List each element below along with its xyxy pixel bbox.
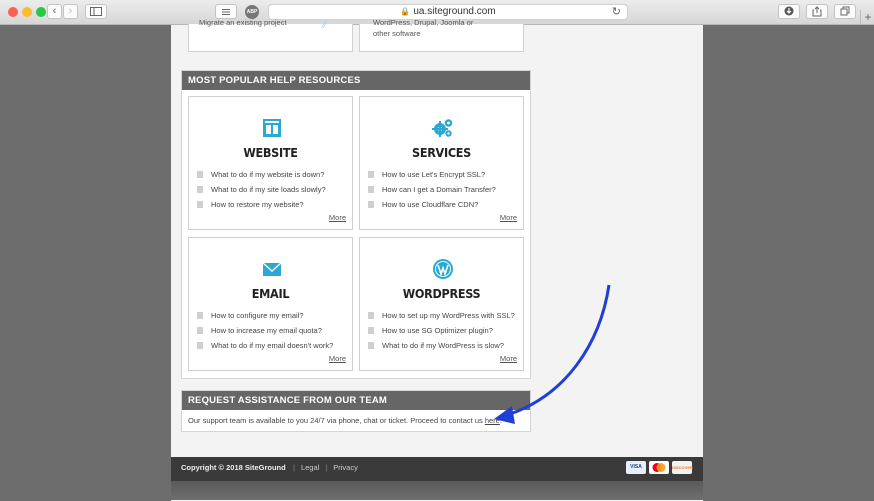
- link-text: What to do if my site loads slowly?: [211, 185, 326, 194]
- link-text: What to do if my website is down?: [211, 170, 325, 179]
- visa-icon: VISA: [626, 461, 646, 474]
- footer-separator: |: [325, 463, 328, 472]
- link-text: How to configure my email?: [211, 311, 304, 320]
- wordpress-card: WORDPRESS How to set up my WordPress wit…: [359, 237, 524, 371]
- minimize-window-button[interactable]: [22, 7, 32, 17]
- popular-resources-heading: MOST POPULAR HELP RESOURCES: [182, 71, 530, 90]
- url-text: ua.siteground.com: [413, 6, 496, 17]
- reload-icon[interactable]: ↻: [612, 5, 621, 18]
- mastercard-icon: [649, 461, 669, 474]
- discover-icon: DISCOVER: [672, 461, 693, 474]
- link-text: What to do if my WordPress is slow?: [382, 341, 504, 350]
- discover-label: DISCOVER: [672, 465, 693, 470]
- share-icon: [812, 6, 822, 17]
- link-text: How to restore my website?: [211, 200, 304, 209]
- link-text: How to set up my WordPress with SSL?: [382, 311, 515, 320]
- list-item[interactable]: How to use Cloudflare CDN?: [368, 197, 496, 212]
- link-text: How to use Cloudflare CDN?: [382, 200, 479, 209]
- document-icon: [368, 342, 374, 349]
- document-icon: [368, 186, 374, 193]
- assistance-body: Our support team is available to you 24/…: [188, 416, 485, 425]
- document-icon: [197, 312, 203, 319]
- share-button[interactable]: [806, 4, 828, 19]
- visa-label: VISA: [630, 464, 642, 470]
- document-icon: [197, 171, 203, 178]
- website-layout-icon: [263, 119, 281, 137]
- privacy-link[interactable]: Privacy: [333, 463, 358, 472]
- new-tab-button[interactable]: +: [860, 10, 874, 24]
- download-icon: [784, 6, 794, 16]
- document-icon: [197, 342, 203, 349]
- document-icon: [368, 327, 374, 334]
- page-bottom-shadow: [171, 481, 703, 500]
- list-item[interactable]: What to do if my WordPress is slow?: [368, 338, 515, 353]
- list-item[interactable]: How to set up my WordPress with SSL?: [368, 308, 515, 323]
- list-item[interactable]: How can I get a Domain Transfer?: [368, 182, 496, 197]
- back-button[interactable]: ‹: [47, 4, 62, 19]
- migrate-card[interactable]: Migrate an existing project ⁄⁄: [188, 18, 353, 52]
- install-app-card-text-2: other software: [373, 29, 421, 38]
- reader-button[interactable]: [215, 4, 237, 19]
- list-item[interactable]: What to do if my site loads slowly?: [197, 182, 326, 197]
- list-item[interactable]: How to configure my email?: [197, 308, 333, 323]
- install-app-card[interactable]: WordPress, Drupal, Joomla or other softw…: [359, 18, 524, 52]
- assistance-tail: .: [499, 416, 502, 425]
- document-icon: [197, 201, 203, 208]
- envelope-icon: [262, 262, 282, 276]
- legal-link[interactable]: Legal: [301, 463, 319, 472]
- document-icon: [197, 186, 203, 193]
- tabs-icon: [840, 6, 850, 16]
- sidebar-toggle-button[interactable]: [85, 4, 107, 19]
- document-icon: [368, 312, 374, 319]
- adblock-plus-button[interactable]: ABP: [245, 5, 259, 19]
- email-more-link[interactable]: More: [329, 354, 346, 363]
- email-card-title: EMAIL: [251, 286, 290, 301]
- downloads-button[interactable]: [778, 4, 800, 19]
- list-item[interactable]: What to do if my email doesn't work?: [197, 338, 333, 353]
- website-card: WEBSITE What to do if my website is down…: [188, 96, 353, 230]
- contact-here-link[interactable]: here: [485, 416, 500, 425]
- document-icon: [197, 327, 203, 334]
- document-icon: [368, 201, 374, 208]
- gears-icon: [432, 119, 453, 137]
- list-item[interactable]: How to increase my email quota?: [197, 323, 333, 338]
- link-text: How to use Let's Encrypt SSL?: [382, 170, 486, 179]
- mastercard-circles: [652, 463, 666, 472]
- arrows-icon: ⁄⁄: [323, 20, 327, 30]
- assistance-heading: REQUEST ASSISTANCE FROM OUR TEAM: [182, 391, 530, 410]
- services-card-title: SERVICES: [412, 145, 471, 160]
- link-text: What to do if my email doesn't work?: [211, 341, 334, 350]
- migrate-card-text: Migrate an existing project: [199, 18, 287, 27]
- list-item[interactable]: How to use SG Optimizer plugin?: [368, 323, 515, 338]
- link-text: How to use SG Optimizer plugin?: [382, 326, 493, 335]
- copyright-text: Copyright © 2018 SiteGround: [181, 463, 286, 472]
- link-text: How can I get a Domain Transfer?: [382, 185, 496, 194]
- services-card: SERVICES How to use Let's Encrypt SSL? H…: [359, 96, 524, 230]
- assistance-section: REQUEST ASSISTANCE FROM OUR TEAM Our sup…: [181, 390, 531, 432]
- zoom-window-button[interactable]: [36, 7, 46, 17]
- website-more-link[interactable]: More: [329, 213, 346, 222]
- wordpress-more-link[interactable]: More: [500, 354, 517, 363]
- forward-button[interactable]: ›: [63, 4, 78, 19]
- close-window-button[interactable]: [8, 7, 18, 17]
- site-footer: Copyright © 2018 SiteGround | Legal | Priva…: [171, 457, 703, 481]
- website-card-title: WEBSITE: [243, 145, 298, 160]
- services-more-link[interactable]: More: [500, 213, 517, 222]
- adblock-label: ABP: [246, 9, 258, 15]
- install-app-card-text-1: WordPress, Drupal, Joomla or: [373, 18, 474, 27]
- assistance-text: Our support team is available to you 24/…: [182, 410, 530, 431]
- tabs-overview-button[interactable]: [834, 4, 856, 19]
- email-card: EMAIL How to configure my email? How to …: [188, 237, 353, 371]
- footer-separator: |: [293, 463, 295, 472]
- wordpress-card-title: WORDPRESS: [402, 286, 481, 301]
- sidebar-icon: [90, 7, 102, 16]
- reader-icon: [222, 9, 230, 15]
- lock-icon: 🔒: [400, 7, 411, 16]
- list-item[interactable]: How to restore my website?: [197, 197, 326, 212]
- wordpress-icon: [433, 259, 453, 279]
- link-text: How to increase my email quota?: [211, 326, 322, 335]
- document-icon: [368, 171, 374, 178]
- list-item[interactable]: What to do if my website is down?: [197, 167, 326, 182]
- list-item[interactable]: How to use Let's Encrypt SSL?: [368, 167, 496, 182]
